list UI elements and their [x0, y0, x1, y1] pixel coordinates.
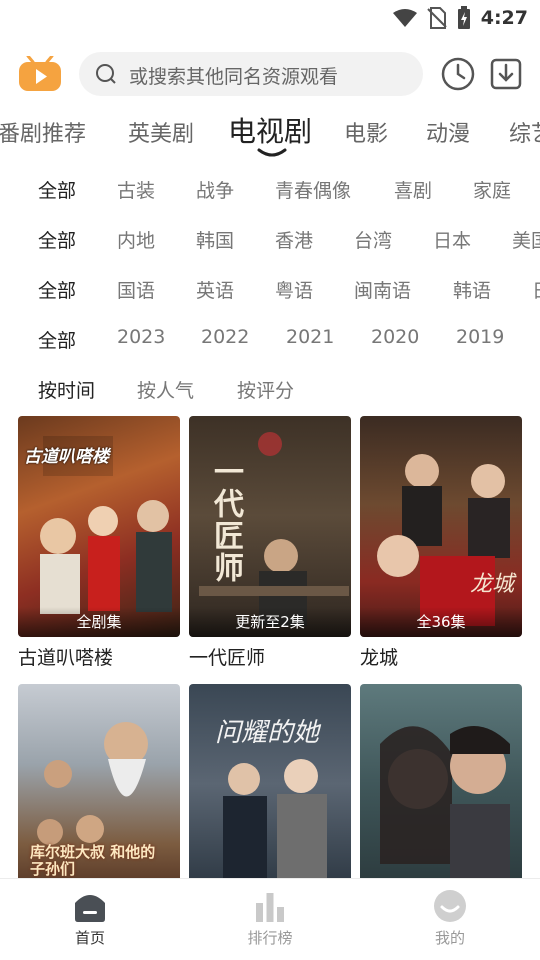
filter-chip[interactable]: 粤语	[275, 276, 313, 303]
bar-chart-icon	[256, 893, 284, 922]
status-time: 4:27	[480, 7, 528, 29]
filter-chip[interactable]: 香港	[275, 226, 313, 253]
poster-image[interactable]: 问耀的她	[189, 684, 351, 884]
sort-chip[interactable]: 按评分	[237, 376, 294, 403]
video-card[interactable]: 库尔班大叔 和他的子孙们	[18, 684, 180, 884]
bottom-navigation: 首页 排行榜 我的	[0, 878, 540, 960]
active-tab-indicator	[257, 148, 287, 157]
poster-title-text: 古道叭嗒楼	[24, 447, 109, 467]
nav-label: 排行榜	[247, 929, 293, 947]
filter-chip[interactable]: 美国	[512, 226, 540, 253]
nav-profile[interactable]: 我的	[390, 889, 510, 948]
video-card[interactable]: 龙城 全36集 龙城	[360, 416, 522, 670]
home-icon	[75, 895, 105, 922]
poster-image[interactable]: 龙城 全36集	[360, 416, 522, 637]
profile-icon	[434, 890, 466, 922]
filter-chip[interactable]: 全部	[38, 176, 76, 203]
filter-chip[interactable]: 喜剧	[394, 176, 432, 203]
no-sim-icon	[427, 7, 447, 29]
filter-chip[interactable]: 台湾	[354, 226, 392, 253]
tab-tv-series[interactable]: 电视剧	[228, 110, 312, 150]
filter-row-region: 全部 内地 韩国 香港 台湾 日本 美国	[0, 218, 540, 268]
video-card[interactable]: 问耀的她	[189, 684, 351, 884]
header: 或搜索其他同名资源观看	[0, 48, 540, 102]
video-card[interactable]: 古道叭嗒楼 全剧集 古道叭嗒楼	[18, 416, 180, 670]
tab-anime[interactable]: 动漫	[426, 116, 470, 148]
filter-chip[interactable]: 全部	[38, 276, 76, 303]
filter-panel: 全部 古装 战争 青春偶像 喜剧 家庭 全部 内地 韩国 香港 台湾 日本 美国…	[0, 168, 540, 418]
card-title[interactable]: 古道叭嗒楼	[18, 643, 180, 670]
filter-chip[interactable]: 古装	[117, 176, 155, 203]
filter-chip[interactable]: 国语	[117, 276, 155, 303]
tab-anime-recommend[interactable]: 番剧推荐	[0, 116, 86, 148]
filter-chip[interactable]: 2021	[286, 326, 334, 348]
nav-ranking[interactable]: 排行榜	[210, 889, 330, 948]
tab-us-uk-series[interactable]: 英美剧	[128, 116, 194, 148]
poster-art	[380, 726, 510, 884]
status-icons: 4:27	[392, 6, 528, 30]
video-card[interactable]	[360, 684, 522, 884]
filter-chip[interactable]: 内地	[117, 226, 155, 253]
poster-title-text: 一代匠师	[208, 456, 243, 584]
battery-charging-icon	[457, 6, 470, 29]
video-card[interactable]: 一代匠师 更新至2集 一代匠师	[189, 416, 351, 670]
filter-chip[interactable]: 2019	[456, 326, 504, 348]
card-title[interactable]: 龙城	[360, 643, 522, 670]
nav-home[interactable]: 首页	[30, 889, 150, 948]
sort-chip[interactable]: 按人气	[137, 376, 194, 403]
filter-chip[interactable]: 家庭	[473, 176, 511, 203]
filter-chip[interactable]: 青春偶像	[275, 176, 351, 203]
filter-chip[interactable]: 2020	[371, 326, 419, 348]
filter-row-year: 全部 2023 2022 2021 2020 2019	[0, 318, 540, 368]
search-input[interactable]: 或搜索其他同名资源观看	[129, 62, 338, 89]
filter-chip[interactable]: 闽南语	[354, 276, 411, 303]
poster-title-text: 库尔班大叔 和他的子孙们	[30, 843, 156, 878]
poster-image[interactable]: 库尔班大叔 和他的子孙们	[18, 684, 180, 884]
filter-chip[interactable]: 英语	[196, 276, 234, 303]
wifi-icon	[392, 9, 417, 27]
search-bar[interactable]: 或搜索其他同名资源观看	[79, 52, 423, 96]
filter-chip[interactable]: 全部	[38, 226, 76, 253]
episode-badge: 全剧集	[18, 607, 180, 637]
filter-chip[interactable]: 战争	[196, 176, 234, 203]
filter-chip[interactable]: 韩语	[453, 276, 491, 303]
episode-badge: 更新至2集	[189, 607, 351, 637]
card-title[interactable]: 一代匠师	[189, 643, 351, 670]
sort-chip[interactable]: 按时间	[38, 376, 95, 403]
tab-movies[interactable]: 电影	[344, 116, 388, 148]
play-tv-icon[interactable]	[18, 56, 62, 92]
nav-label: 首页	[74, 929, 105, 947]
filter-chip[interactable]: 韩国	[196, 226, 234, 253]
filter-chip[interactable]: 全部	[38, 326, 76, 353]
poster-image[interactable]: 一代匠师 更新至2集	[189, 416, 351, 637]
nav-label: 我的	[434, 929, 465, 947]
tab-variety[interactable]: 综艺	[509, 116, 540, 148]
poster-image[interactable]	[360, 684, 522, 884]
filter-row-genre: 全部 古装 战争 青春偶像 喜剧 家庭	[0, 168, 540, 218]
clock-icon[interactable]	[440, 56, 476, 92]
poster-title-text: 龙城	[470, 572, 515, 597]
download-icon[interactable]	[488, 56, 524, 92]
filter-chip[interactable]: 2023	[117, 326, 165, 348]
poster-art	[377, 454, 510, 626]
filter-row-language: 全部 国语 英语 粤语 闽南语 韩语 日语	[0, 268, 540, 318]
filter-row-sort: 按时间 按人气 按评分	[0, 368, 540, 418]
search-icon	[96, 64, 116, 84]
filter-chip[interactable]: 日语	[532, 276, 540, 303]
status-bar: 4:27	[0, 0, 540, 38]
filter-chip[interactable]: 日本	[433, 226, 471, 253]
episode-badge: 全36集	[360, 607, 522, 637]
category-tabs: 番剧推荐 英美剧 电视剧 电影 动漫 综艺	[0, 108, 540, 158]
poster-image[interactable]: 古道叭嗒楼 全剧集	[18, 416, 180, 637]
filter-chip[interactable]: 2022	[201, 326, 249, 348]
poster-title-text: 问耀的她	[215, 718, 320, 748]
